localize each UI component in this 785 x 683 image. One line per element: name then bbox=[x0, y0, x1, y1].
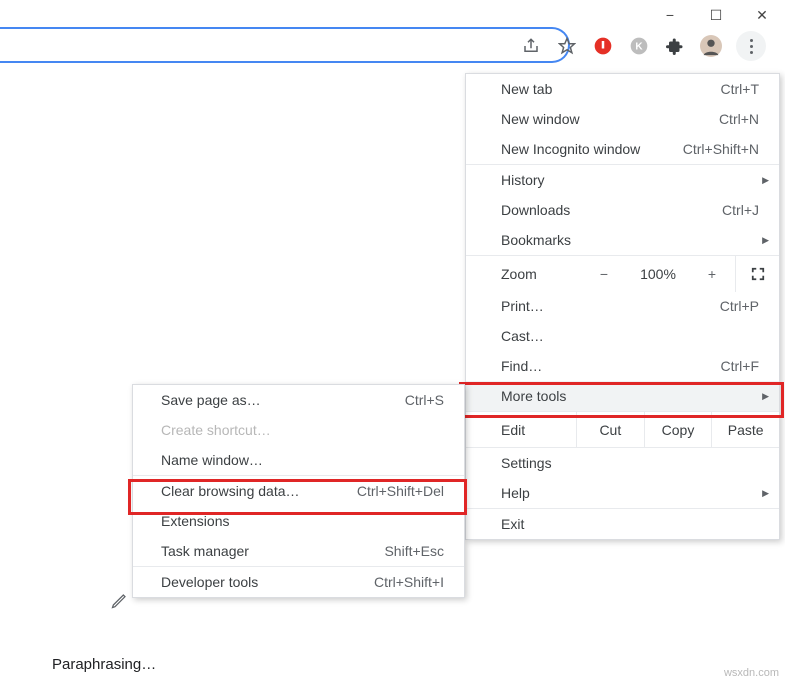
shortcut: Ctrl+F bbox=[721, 358, 760, 374]
menu-downloads[interactable]: Downloads Ctrl+J bbox=[466, 195, 779, 225]
menu-cast[interactable]: Cast… bbox=[466, 321, 779, 351]
submenu-developer-tools[interactable]: Developer tools Ctrl+Shift+I bbox=[133, 567, 464, 597]
menu-settings[interactable]: Settings bbox=[466, 448, 779, 478]
menu-edit: Edit Cut Copy Paste bbox=[466, 411, 779, 447]
zoom-label: Zoom bbox=[501, 266, 589, 282]
menu-bookmarks[interactable]: Bookmarks bbox=[466, 225, 779, 255]
extension-k-icon[interactable]: K bbox=[628, 35, 650, 57]
menu-item-label: Cast… bbox=[501, 328, 544, 344]
extension-shield-icon[interactable] bbox=[592, 35, 614, 57]
menu-item-label: Create shortcut… bbox=[161, 422, 271, 438]
menu-item-label: More tools bbox=[501, 388, 566, 404]
fullscreen-icon[interactable] bbox=[735, 256, 779, 292]
menu-incognito[interactable]: New Incognito window Ctrl+Shift+N bbox=[466, 134, 779, 164]
menu-item-label: History bbox=[501, 172, 545, 188]
share-icon[interactable] bbox=[520, 35, 542, 57]
menu-history[interactable]: History bbox=[466, 165, 779, 195]
edit-cut[interactable]: Cut bbox=[576, 412, 644, 447]
submenu-extensions[interactable]: Extensions bbox=[133, 506, 464, 536]
shortcut: Ctrl+J bbox=[722, 202, 759, 218]
menu-item-label: Find… bbox=[501, 358, 542, 374]
edit-paste[interactable]: Paste bbox=[711, 412, 779, 447]
window-minimize[interactable]: − bbox=[647, 0, 693, 30]
shortcut: Ctrl+Shift+N bbox=[683, 141, 759, 157]
menu-item-label: Settings bbox=[501, 455, 552, 471]
menu-more-tools[interactable]: More tools bbox=[466, 381, 779, 411]
menu-item-label: Help bbox=[501, 485, 530, 501]
edit-copy[interactable]: Copy bbox=[644, 412, 712, 447]
zoom-value: 100% bbox=[635, 266, 681, 282]
menu-exit[interactable]: Exit bbox=[466, 509, 779, 539]
menu-item-label: New window bbox=[501, 111, 580, 127]
menu-new-window[interactable]: New window Ctrl+N bbox=[466, 104, 779, 134]
menu-item-label: Save page as… bbox=[161, 392, 261, 408]
shortcut: Ctrl+P bbox=[720, 298, 759, 314]
menu-find[interactable]: Find… Ctrl+F bbox=[466, 351, 779, 381]
shortcut: Shift+Esc bbox=[384, 543, 444, 559]
menu-item-label: Task manager bbox=[161, 543, 249, 559]
menu-item-label: Downloads bbox=[501, 202, 570, 218]
shortcut: Ctrl+N bbox=[719, 111, 759, 127]
menu-item-label: New tab bbox=[501, 81, 552, 97]
menu-help[interactable]: Help bbox=[466, 478, 779, 508]
submenu-task-manager[interactable]: Task manager Shift+Esc bbox=[133, 536, 464, 566]
menu-item-label: Exit bbox=[501, 516, 524, 532]
submenu-clear-browsing-data[interactable]: Clear browsing data… Ctrl+Shift+Del bbox=[133, 476, 464, 506]
watermark: wsxdn.com bbox=[724, 667, 779, 679]
menu-item-label: Print… bbox=[501, 298, 544, 314]
menu-item-label: Name window… bbox=[161, 452, 263, 468]
svg-text:K: K bbox=[635, 41, 643, 52]
menu-item-label: New Incognito window bbox=[501, 141, 640, 157]
status-text: Paraphrasing… bbox=[52, 656, 156, 673]
more-tools-submenu: Save page as… Ctrl+S Create shortcut… Nam… bbox=[132, 384, 465, 598]
window-close[interactable]: ✕ bbox=[739, 0, 785, 30]
zoom-out[interactable]: − bbox=[589, 266, 619, 282]
submenu-name-window[interactable]: Name window… bbox=[133, 445, 464, 475]
menu-new-tab[interactable]: New tab Ctrl+T bbox=[466, 74, 779, 104]
menu-item-label: Extensions bbox=[161, 513, 229, 529]
menu-item-label: Clear browsing data… bbox=[161, 483, 300, 499]
shortcut: Ctrl+Shift+I bbox=[374, 574, 444, 590]
menu-zoom: Zoom − 100% + bbox=[466, 255, 779, 291]
toolbar: K bbox=[520, 31, 766, 61]
profile-avatar[interactable] bbox=[700, 35, 722, 57]
shortcut: Ctrl+T bbox=[721, 81, 760, 97]
shortcut: Ctrl+Shift+Del bbox=[357, 483, 444, 499]
menu-item-label: Developer tools bbox=[161, 574, 258, 590]
zoom-in[interactable]: + bbox=[697, 266, 727, 282]
edit-label: Edit bbox=[466, 422, 576, 438]
extensions-puzzle-icon[interactable] bbox=[664, 35, 686, 57]
shortcut: Ctrl+S bbox=[405, 392, 444, 408]
address-bar[interactable] bbox=[0, 27, 570, 63]
pen-icon bbox=[110, 590, 130, 610]
menu-item-label: Bookmarks bbox=[501, 232, 571, 248]
chrome-menu: New tab Ctrl+T New window Ctrl+N New Incog… bbox=[465, 73, 780, 540]
window-maximize[interactable]: ☐ bbox=[693, 0, 739, 30]
submenu-save-page-as[interactable]: Save page as… Ctrl+S bbox=[133, 385, 464, 415]
menu-print[interactable]: Print… Ctrl+P bbox=[466, 291, 779, 321]
chrome-menu-button[interactable] bbox=[736, 31, 766, 61]
submenu-create-shortcut: Create shortcut… bbox=[133, 415, 464, 445]
bookmark-star-icon[interactable] bbox=[556, 35, 578, 57]
